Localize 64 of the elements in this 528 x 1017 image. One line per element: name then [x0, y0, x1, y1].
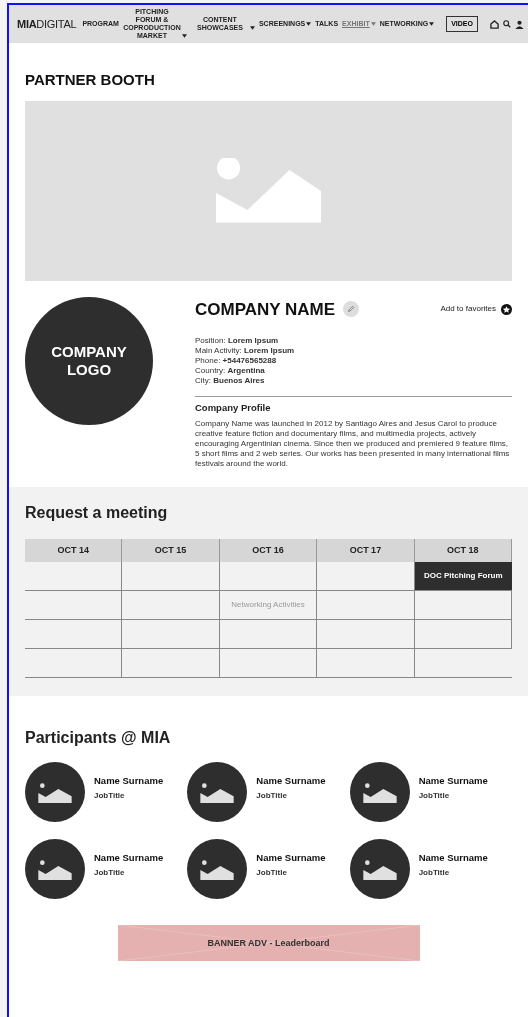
home-icon[interactable] — [490, 19, 499, 29]
date-header: OCT 16 — [219, 539, 318, 563]
image-icon — [200, 783, 235, 804]
calendar-cell[interactable] — [317, 649, 415, 679]
calendar-cell[interactable] — [219, 620, 318, 650]
detail-line: Country: Argentina — [195, 366, 266, 376]
participant-name[interactable]: Name Surname — [256, 774, 326, 789]
job-title: JobTitle — [418, 867, 451, 880]
event-block[interactable]: DOC Pitching Forum — [414, 562, 512, 592]
calendar-cell[interactable] — [317, 562, 415, 592]
image-icon — [38, 783, 72, 804]
date-header: OCT 18 — [414, 539, 512, 563]
detail-line: Main Activity: Lorem Ipsum — [195, 346, 296, 356]
calendar-cell[interactable] — [317, 620, 415, 650]
search-icon[interactable] — [503, 20, 511, 28]
edit-button[interactable] — [343, 301, 360, 318]
calendar-cell[interactable] — [219, 562, 318, 592]
date-header: OCT 17 — [317, 539, 415, 563]
detail-line: Phone: +54476565288 — [195, 356, 278, 366]
date-header: OCT 14 — [25, 539, 123, 563]
job-title: JobTitle — [94, 790, 126, 803]
participant-name[interactable]: Name Surname — [418, 851, 488, 866]
logo-text: COMPANY LOGO — [50, 342, 128, 379]
section-title: Participants @ MIA — [25, 728, 172, 749]
calendar-cell[interactable] — [25, 562, 123, 592]
calendar-cell[interactable] — [122, 649, 220, 679]
banner-ad[interactable]: BANNER ADV - Leaderboard — [117, 925, 420, 962]
job-title: JobTitle — [418, 790, 451, 803]
image-icon — [216, 157, 321, 224]
pencil-icon — [347, 305, 356, 314]
calendar-cell[interactable] — [25, 649, 123, 679]
logo[interactable]: MIADIGITAL — [17, 15, 77, 33]
profile-text: Company Name was launched in 2012 by Santiago Aires and Jesus Carol to produce creative feature fiction and documentary films, and multimedia projects, actively encouraging Argentinian cinema. Since then we produced and premiered 9 feature films, 5 short films and 2 web series. Our works has been presented in many international films festivals around the world. — [195, 419, 511, 470]
calendar-cell[interactable] — [219, 649, 318, 679]
job-title: JobTitle — [256, 867, 288, 880]
calendar-cell[interactable] — [25, 620, 123, 650]
detail-line: City: Buenos Aires — [195, 376, 266, 386]
participant-name[interactable]: Name Surname — [256, 851, 326, 866]
profile-title: Company Profile — [195, 401, 272, 415]
job-title: JobTitle — [94, 867, 126, 880]
job-title: JobTitle — [256, 790, 288, 803]
company-name: COMPANY NAME — [195, 298, 336, 321]
star-icon[interactable] — [501, 303, 512, 315]
calendar-cell[interactable] — [122, 562, 220, 592]
image-icon — [200, 860, 235, 881]
participant-name[interactable]: Name Surname — [94, 774, 164, 789]
participant-name[interactable]: Name Surname — [418, 774, 488, 789]
calendar-cell[interactable] — [414, 591, 512, 621]
calendar-cell[interactable] — [122, 620, 220, 650]
image-icon — [38, 860, 72, 881]
image-icon — [362, 783, 397, 804]
calendar-cell[interactable] — [25, 591, 123, 621]
date-header: OCT 15 — [122, 539, 220, 563]
favorites-label[interactable]: Add to favorites — [440, 303, 496, 316]
calendar-cell[interactable] — [317, 591, 415, 621]
banner-label: BANNER ADV - Leaderboard — [207, 936, 330, 950]
image-icon — [362, 860, 397, 881]
user-icon[interactable] — [515, 19, 524, 29]
participant-name[interactable]: Name Surname — [94, 851, 164, 866]
page-title: PARTNER BOOTH — [25, 70, 156, 90]
calendar-cell[interactable] — [122, 591, 220, 621]
calendar-cell[interactable] — [414, 620, 512, 650]
section-title: Request a meeting — [25, 503, 169, 524]
detail-line: Position: Lorem Ipsum — [195, 336, 280, 346]
